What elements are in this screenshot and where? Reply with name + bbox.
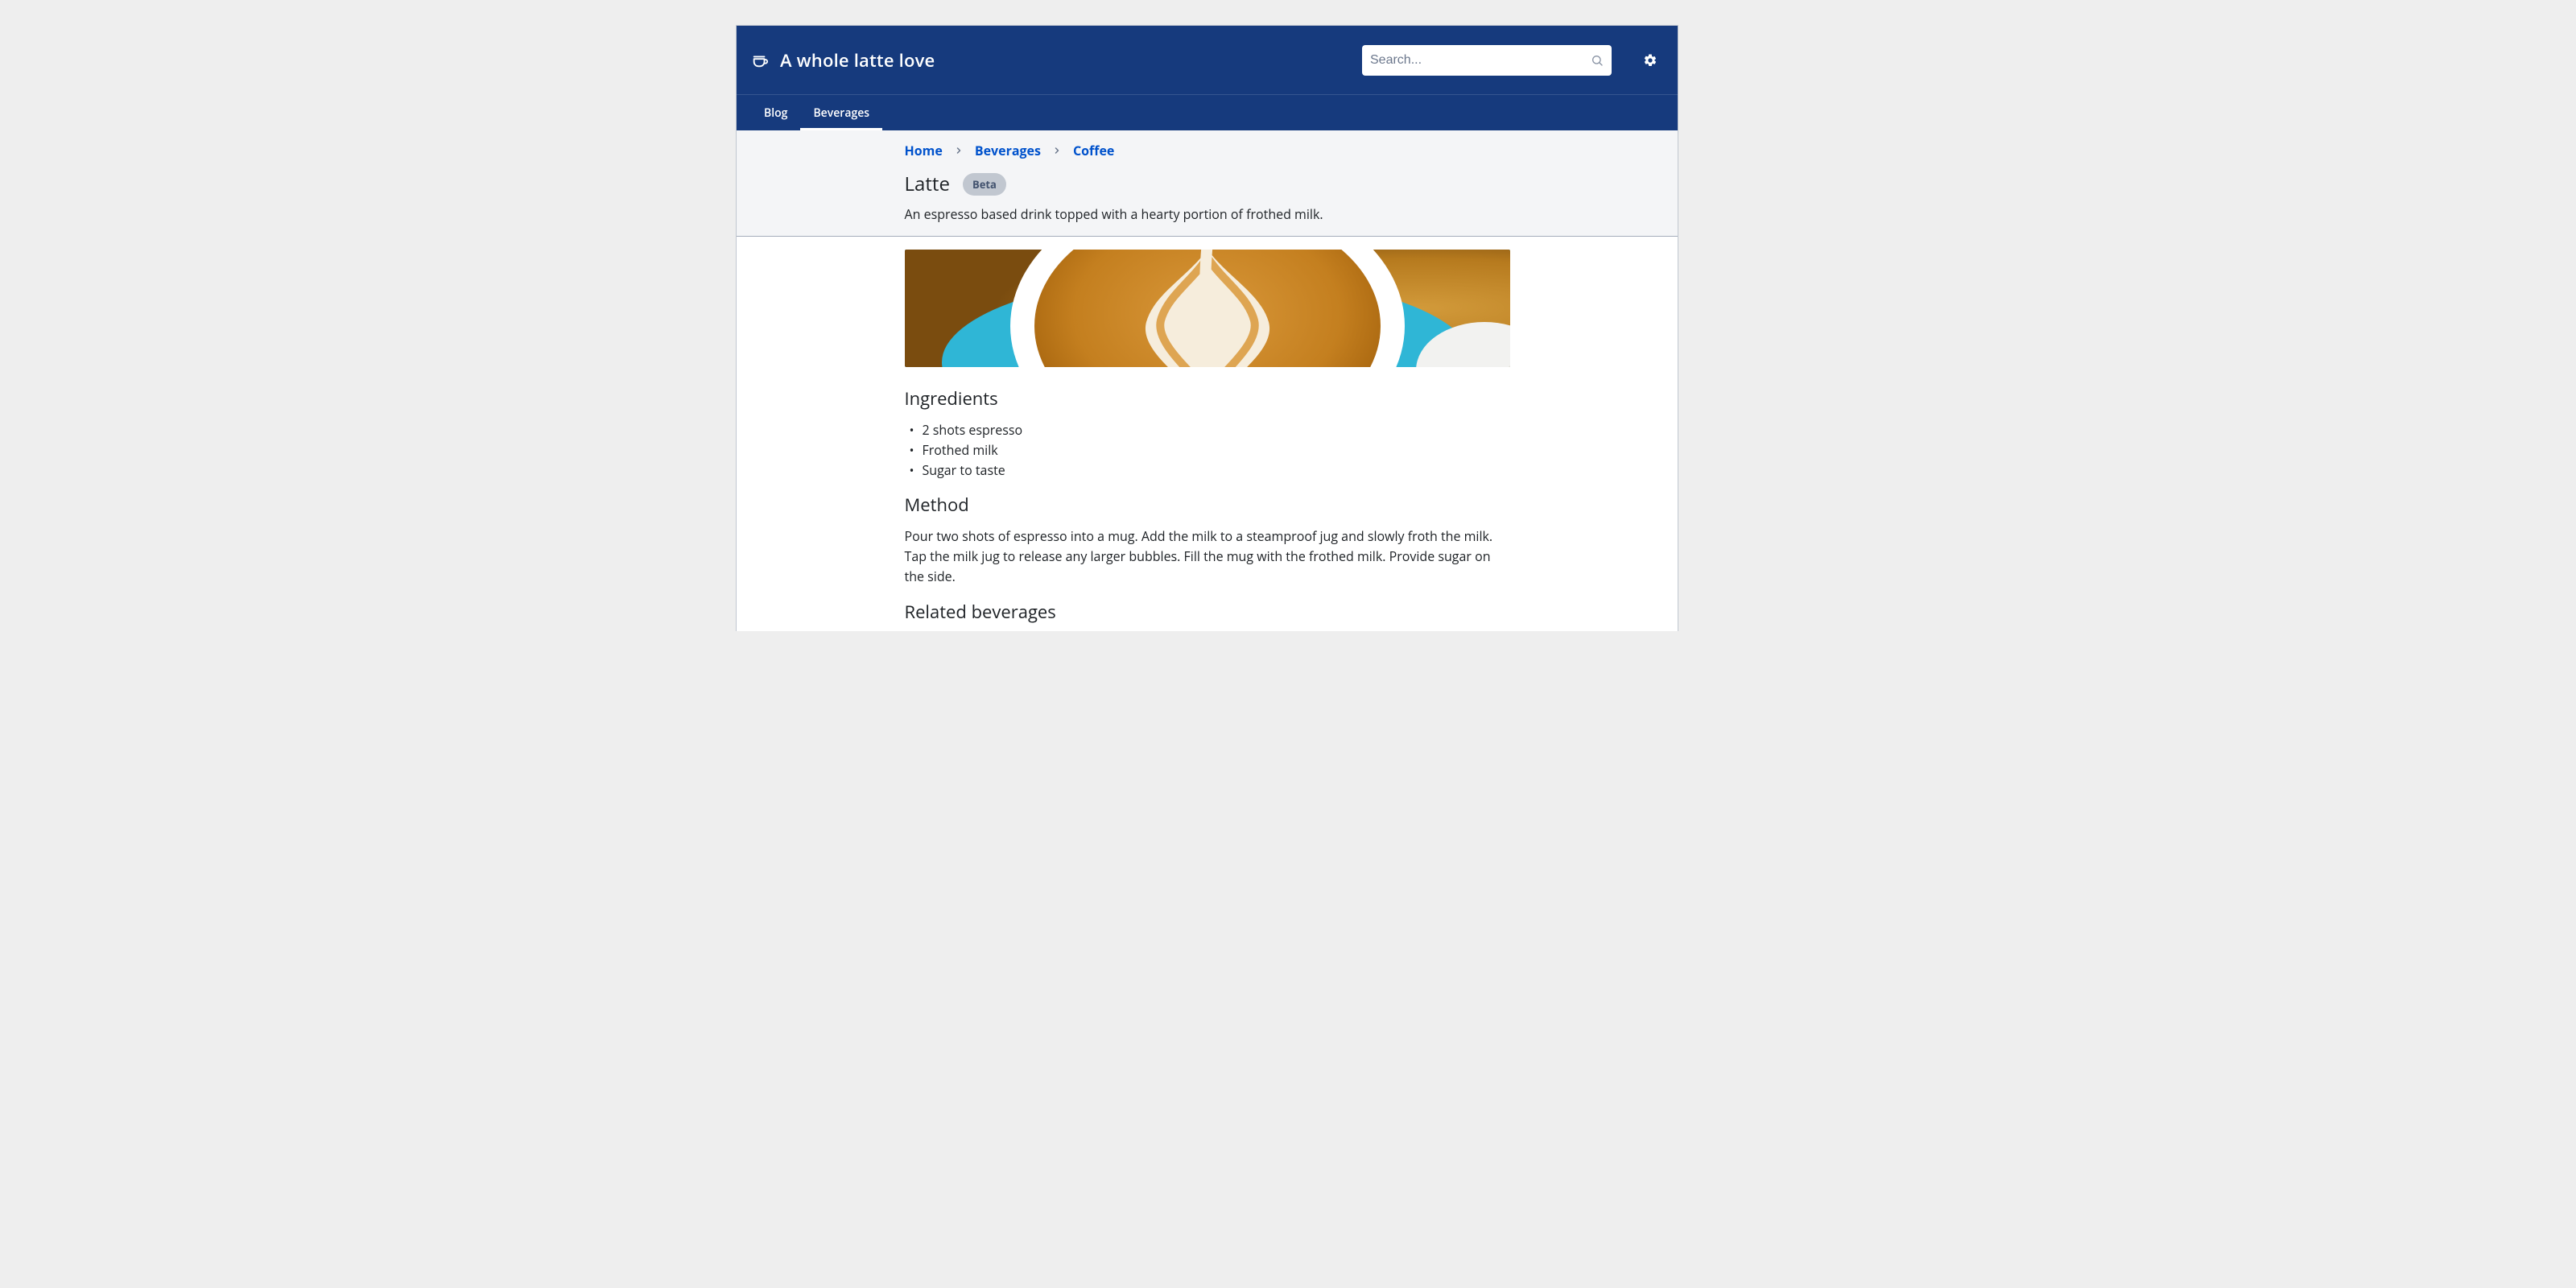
- method-body: Pour two shots of espresso into a mug. A…: [905, 526, 1510, 586]
- breadcrumb-item-beverages[interactable]: Beverages: [975, 142, 1041, 159]
- chevron-right-icon: [1052, 146, 1062, 155]
- status-badge: Beta: [963, 173, 1006, 196]
- site-brand[interactable]: A whole latte love: [751, 48, 935, 72]
- hero-image-latte: [905, 250, 1510, 367]
- nav-item-blog[interactable]: Blog: [751, 95, 800, 130]
- breadcrumb-item-home[interactable]: Home: [905, 142, 943, 159]
- app-frame: A whole latte love: [736, 25, 1678, 631]
- global-search[interactable]: [1362, 45, 1612, 76]
- coffee-cup-icon: [751, 52, 769, 69]
- search-icon: [1591, 54, 1604, 67]
- method-heading: Method: [905, 493, 1510, 517]
- ingredients-list: 2 shots espresso Frothed milk Sugar to t…: [905, 420, 1510, 480]
- chevron-right-icon: [954, 146, 964, 155]
- breadcrumb-item-coffee[interactable]: Coffee: [1073, 142, 1114, 159]
- settings-button[interactable]: [1637, 47, 1663, 73]
- related-heading: Related beverages: [905, 600, 1510, 624]
- list-item: 2 shots espresso: [905, 420, 1510, 440]
- page-title: Latte: [905, 171, 950, 197]
- nav-item-label: Beverages: [813, 105, 869, 121]
- page-description: An espresso based drink topped with a he…: [905, 205, 1510, 223]
- gear-icon: [1643, 53, 1657, 68]
- list-item: Sugar to taste: [905, 460, 1510, 481]
- breadcrumb: Home Beverages Coffee: [905, 142, 1510, 159]
- nav-item-label: Blog: [764, 105, 787, 121]
- search-input[interactable]: [1370, 53, 1591, 68]
- main-content: Ingredients 2 shots espresso Frothed mil…: [737, 237, 1678, 631]
- nav-item-beverages[interactable]: Beverages: [800, 95, 882, 130]
- ingredients-heading: Ingredients: [905, 386, 1510, 411]
- global-header: A whole latte love: [737, 26, 1678, 94]
- site-title: A whole latte love: [780, 48, 935, 72]
- list-item: Frothed milk: [905, 440, 1510, 460]
- page-header: Home Beverages Coffee Latte Beta An espr…: [737, 130, 1678, 237]
- horizontal-nav: Blog Beverages: [737, 94, 1678, 130]
